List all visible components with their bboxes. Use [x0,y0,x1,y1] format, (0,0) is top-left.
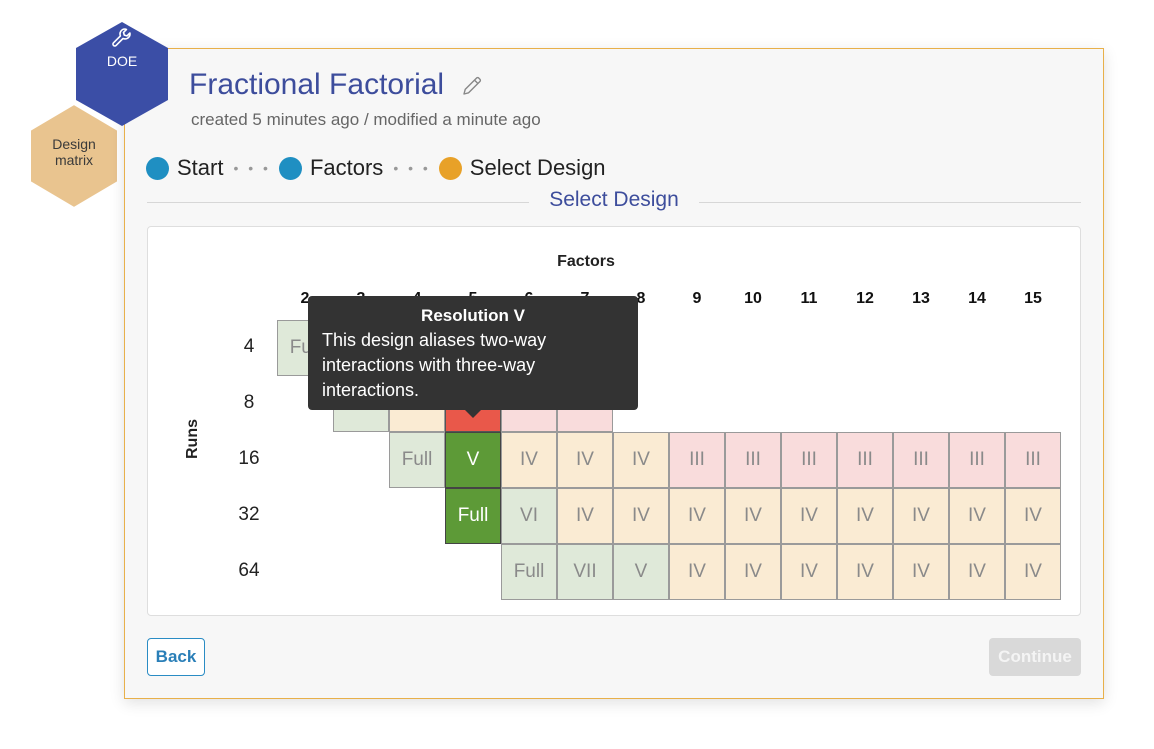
design-cell[interactable]: Full [389,432,445,488]
step-factors[interactable]: Factors [278,155,384,181]
design-cell[interactable]: IV [557,432,613,488]
runs-row-header: 64 [238,560,260,581]
step-label: Factors [309,155,384,180]
step-separator: • • • [393,160,431,176]
design-cell[interactable]: VI [501,488,557,544]
doe-label: DOE [106,53,138,69]
section-title: Select Design [549,188,679,211]
design-cell[interactable]: IV [725,544,781,600]
design-cell[interactable]: III [1005,432,1061,488]
section-divider [147,202,529,203]
page-title: Fractional Factorial [189,68,445,101]
step-complete-indicator [278,156,302,180]
design-cell[interactable]: IV [781,488,837,544]
design-cell[interactable]: Full [501,544,557,600]
step-current-indicator [438,156,462,180]
factors-axis-title: Factors [557,253,615,270]
design-cell[interactable]: IV [893,544,949,600]
factor-column-header: 14 [968,290,986,307]
design-cell[interactable]: V [613,544,669,600]
step-label: Start [177,155,224,180]
design-cell[interactable]: IV [837,544,893,600]
step-separator: • • • [233,160,271,176]
factor-column-header: 9 [692,290,702,307]
design-matrix-label-line2: matrix [54,152,94,168]
design-cell[interactable]: III [837,432,893,488]
edit-pencil-icon[interactable] [460,74,484,98]
design-cell[interactable]: IV [557,488,613,544]
design-cell[interactable]: IV [725,488,781,544]
design-cell[interactable]: III [893,432,949,488]
step-start[interactable]: Start [146,155,223,181]
factor-column-header: 12 [856,290,874,307]
design-cell[interactable]: III [781,432,837,488]
runs-row-header: 32 [238,504,260,525]
design-cell[interactable]: IV [837,488,893,544]
design-cell[interactable]: III [949,432,1005,488]
step-label: Select Design [469,155,606,180]
tooltip-arrow [465,410,481,418]
design-cell[interactable]: IV [669,544,725,600]
design-cell[interactable]: IV [781,544,837,600]
design-cell[interactable]: IV [893,488,949,544]
design-cell[interactable]: V [445,432,501,488]
design-cell[interactable]: IV [613,432,669,488]
runs-row-header: 8 [243,392,255,413]
step-complete-indicator [146,156,169,180]
wrench-icon [112,28,131,47]
tooltip-title: Resolution V [421,306,525,325]
design-cell[interactable]: III [725,432,781,488]
design-cell[interactable]: IV [613,488,669,544]
runs-axis-label: Runs [184,419,201,459]
page-subtitle: created 5 minutes ago / modified a minut… [191,110,541,129]
wizard-steps: Start • • • Factors • • • Select Design [146,154,606,182]
runs-row-header: 16 [238,448,260,469]
design-cell[interactable]: IV [1005,488,1061,544]
back-button[interactable]: Back [147,638,205,676]
factor-column-header: 13 [912,290,930,307]
tooltip-body: This design aliases two-way interactions… [322,330,547,400]
design-cell[interactable]: IV [1005,544,1061,600]
design-cell[interactable]: IV [669,488,725,544]
section-divider [699,202,1081,203]
runs-row-header: 4 [243,336,255,357]
design-cell[interactable]: VII [557,544,613,600]
design-cell[interactable]: IV [501,432,557,488]
doe-badge: DOE [76,22,168,126]
design-matrix-label-line1: Design [52,136,96,152]
factor-column-header: 10 [744,290,762,307]
design-cell[interactable]: IV [949,544,1005,600]
step-select-design[interactable]: Select Design [438,155,606,181]
factor-column-header: 11 [800,290,818,307]
continue-button[interactable]: Continue [989,638,1081,676]
design-cell[interactable]: Full [445,488,501,544]
resolution-tooltip: Resolution V This design aliases two-way… [308,296,638,418]
design-cell[interactable]: IV [949,488,1005,544]
factor-column-header: 15 [1024,290,1042,307]
design-cell[interactable]: III [669,432,725,488]
